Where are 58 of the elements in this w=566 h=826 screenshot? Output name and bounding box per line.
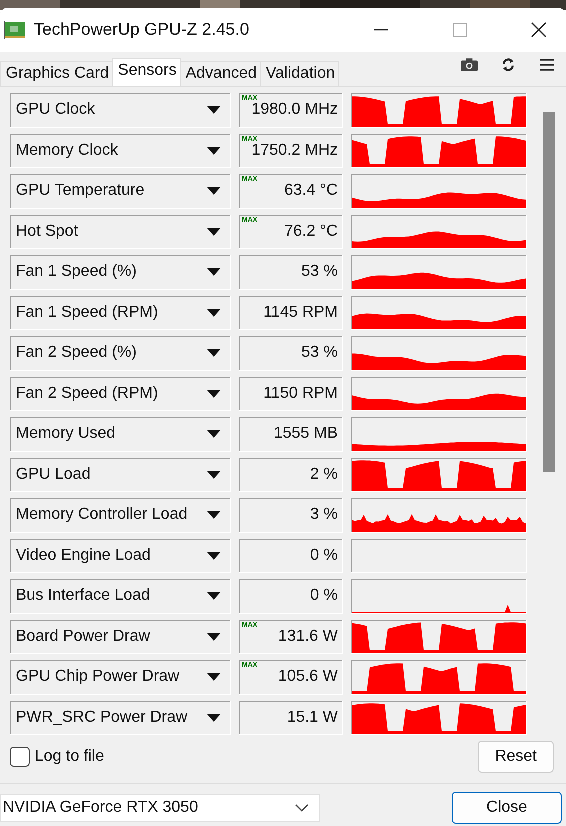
sensor-dropdown[interactable]: Memory Used	[10, 417, 231, 452]
sensor-value: 53 %	[239, 336, 343, 370]
close-button[interactable]: Close	[452, 792, 562, 824]
sensor-dropdown[interactable]: GPU Clock	[10, 93, 231, 128]
sensor-value: 1145 RPM	[239, 296, 343, 330]
tab[interactable]: Sensors	[112, 58, 181, 86]
sensor-value: 2 %	[239, 458, 343, 492]
sensor-value: 0 %	[239, 579, 343, 614]
caret-icon	[207, 228, 221, 236]
sensor-dropdown[interactable]: GPU Load	[10, 458, 231, 492]
tab[interactable]: Graphics Card	[0, 61, 114, 86]
caret-icon	[207, 632, 221, 641]
sensor-dropdown[interactable]: Fan 2 Speed (%)	[10, 336, 231, 370]
sensor-value: 0 %	[239, 538, 343, 573]
sensor-dropdown[interactable]: Video Engine Load	[10, 538, 231, 573]
checkbox[interactable]	[10, 747, 30, 767]
caret-icon	[207, 308, 221, 317]
caret-icon	[207, 552, 221, 560]
sensor-dropdown[interactable]: Memory Clock	[10, 134, 231, 168]
refresh-icon[interactable]	[500, 58, 517, 72]
menu-icon[interactable]	[539, 58, 556, 72]
caret-icon	[207, 187, 221, 196]
sensor-dropdown[interactable]: Hot Spot	[10, 214, 231, 249]
caret-icon	[207, 470, 221, 479]
sensor-dropdown[interactable]: Memory Controller Load	[10, 498, 231, 532]
sensor-dropdown[interactable]: PWR_SRC Power Draw	[10, 700, 231, 735]
checkbox-label: Log to file	[35, 748, 104, 766]
sensor-dropdown[interactable]: Fan 2 Speed (RPM)	[10, 376, 231, 411]
reset-button[interactable]: Reset	[478, 741, 554, 773]
caret-icon	[207, 714, 221, 722]
sensor-dropdown[interactable]: Board Power Draw	[10, 620, 231, 654]
caret-icon	[207, 390, 221, 398]
caret-icon	[207, 673, 221, 682]
sensor-dropdown[interactable]: Bus Interface Load	[10, 579, 231, 614]
sensor-value: 1150 RPM	[239, 376, 343, 411]
sensor-dropdown[interactable]: Fan 1 Speed (RPM)	[10, 296, 231, 330]
chevron-down-icon	[295, 804, 309, 812]
device-dropdown[interactable]: NVIDIA GeForce RTX 3050	[0, 794, 320, 822]
caret-icon	[207, 430, 221, 438]
caret-icon	[207, 592, 221, 600]
window-title: TechPowerUp GPU-Z 2.45.0	[34, 20, 250, 40]
sensor-value: 3 %	[239, 498, 343, 532]
sensor-dropdown[interactable]: GPU Chip Power Draw	[10, 660, 231, 694]
sensor-value: 1555 MB	[239, 417, 343, 452]
caret-icon	[207, 106, 221, 114]
graphics-card-icon	[4, 21, 26, 39]
caret-icon	[207, 146, 221, 155]
caret-icon	[207, 349, 221, 358]
caret-icon	[207, 268, 221, 276]
close-icon[interactable]	[531, 22, 547, 38]
camera-icon[interactable]	[461, 58, 478, 72]
caret-icon	[207, 511, 221, 520]
tab[interactable]: Validation	[260, 61, 340, 86]
scrollbar-thumb[interactable]	[543, 112, 555, 472]
sensor-value: 53 %	[239, 255, 343, 290]
sensor-dropdown[interactable]: Fan 1 Speed (%)	[10, 255, 231, 290]
sensor-dropdown[interactable]: GPU Temperature	[10, 174, 231, 208]
sensor-value: 15.1 W	[239, 700, 343, 735]
